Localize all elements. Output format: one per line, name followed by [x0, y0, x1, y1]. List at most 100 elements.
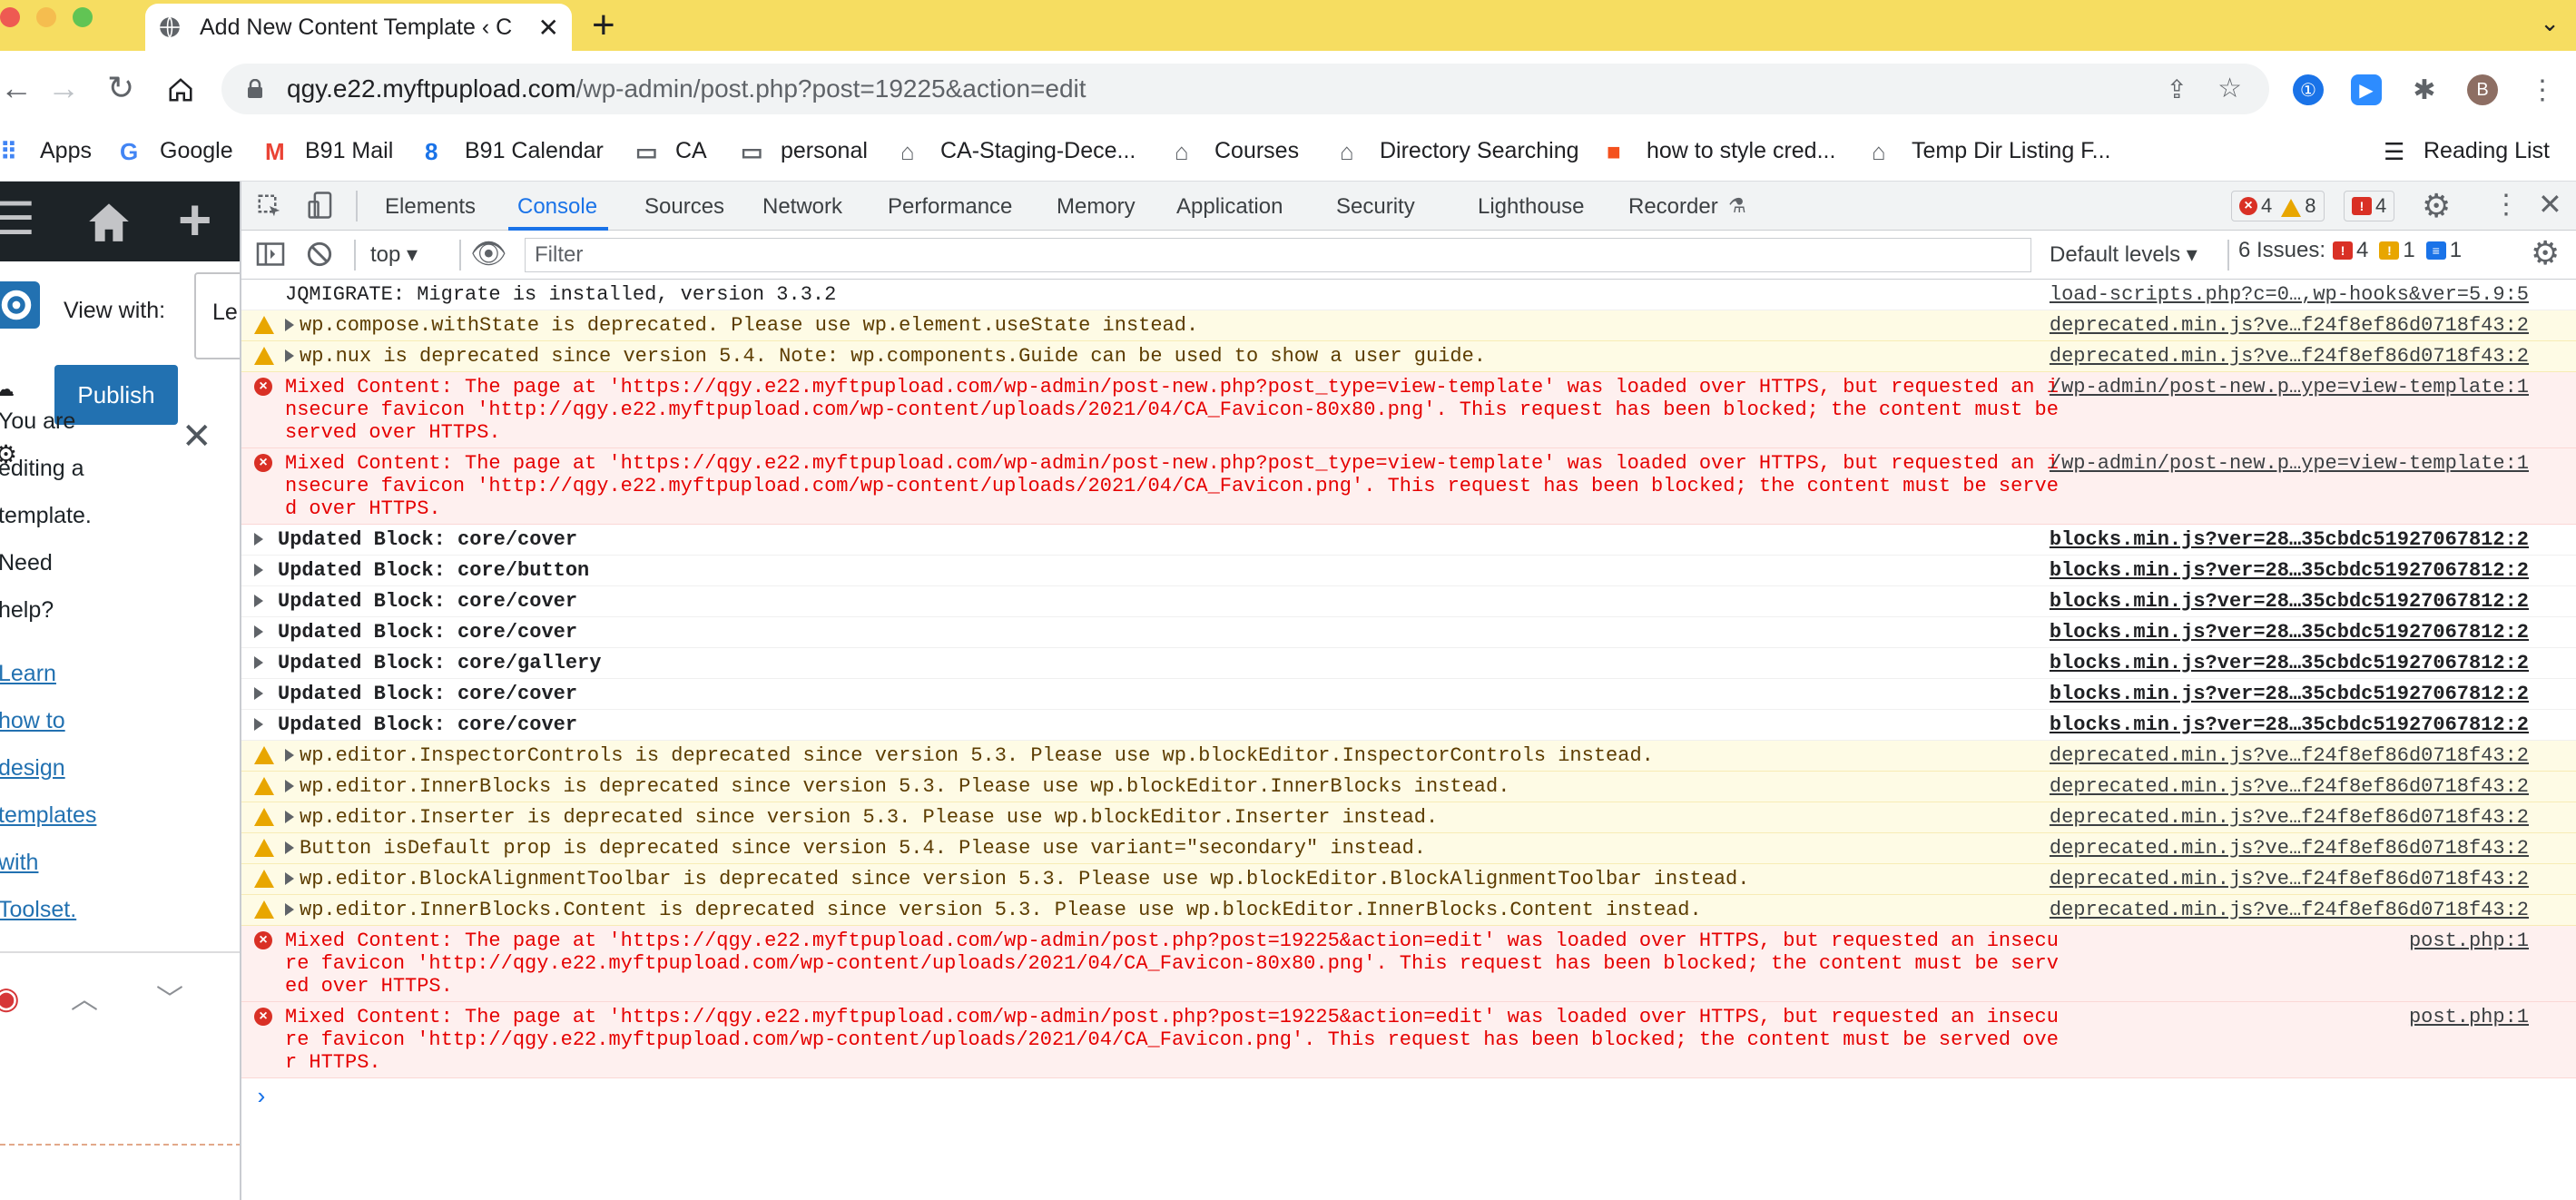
sidebar-toggle-icon[interactable]: [256, 241, 285, 267]
bookmark-item[interactable]: ⌂ CA-Staging-Dece...: [900, 138, 1136, 164]
log-levels-dropdown[interactable]: Default levels ▾: [2050, 241, 2197, 268]
devtools-tab-security[interactable]: Security: [1336, 194, 1415, 220]
console-message-warning[interactable]: wp.editor.Inserter is deprecated since v…: [241, 802, 2576, 833]
console-message-warning[interactable]: wp.editor.InnerBlocks.Content is depreca…: [241, 895, 2576, 926]
close-icon[interactable]: ✕: [182, 416, 212, 457]
devtools-tab-performance[interactable]: Performance: [888, 194, 1012, 220]
console-message-log[interactable]: Updated Block: core/cover blocks.min.js?v…: [241, 525, 2576, 556]
close-window-button[interactable]: [0, 7, 20, 27]
source-link[interactable]: deprecated.min.js?ve…f24f8ef86d0718f43:2: [2050, 806, 2529, 829]
source-link[interactable]: deprecated.min.js?ve…f24f8ef86d0718f43:2: [2050, 744, 2529, 767]
chevron-up-icon[interactable]: ︿: [71, 977, 98, 1017]
expand-caret-icon[interactable]: [254, 595, 263, 607]
source-link[interactable]: load-scripts.php?c=0…,wp-hooks&ver=5.9:5: [2050, 283, 2529, 306]
bookmark-item[interactable]: ▭ CA: [635, 138, 707, 164]
devtools-menu-icon[interactable]: ⋮: [2492, 189, 2520, 221]
console-message-warning[interactable]: wp.editor.BlockAlignmentToolbar is depre…: [241, 864, 2576, 895]
expand-caret-icon[interactable]: [285, 841, 294, 854]
add-new-icon[interactable]: +: [178, 191, 211, 249]
devtools-tab-elements[interactable]: Elements: [385, 194, 476, 220]
devtools-tab-sources[interactable]: Sources: [644, 194, 724, 220]
console-filter-input[interactable]: Filter: [525, 238, 2031, 272]
console-message-error[interactable]: × Mixed Content: The page at 'https://qgy…: [241, 372, 2576, 448]
console-message-log[interactable]: Updated Block: core/button blocks.min.js?…: [241, 556, 2576, 586]
source-link[interactable]: deprecated.min.js?ve…f24f8ef86d0718f43:2: [2050, 899, 2529, 921]
expand-caret-icon[interactable]: [254, 687, 263, 700]
toolset-gear-icon[interactable]: [0, 281, 40, 329]
devtools-tab-network[interactable]: Network: [762, 194, 842, 220]
bookmark-item[interactable]: ■ how to style cred...: [1607, 138, 1835, 164]
console-message-warning[interactable]: wp.editor.InnerBlocks is deprecated sinc…: [241, 772, 2576, 802]
zoom-window-button[interactable]: [73, 7, 93, 27]
devtools-settings-gear-icon[interactable]: ⚙: [2422, 187, 2451, 225]
inspect-element-icon[interactable]: [256, 192, 283, 220]
expand-caret-icon[interactable]: [285, 319, 294, 331]
console-message-log[interactable]: Updated Block: core/cover blocks.min.js?v…: [241, 617, 2576, 648]
device-toolbar-icon[interactable]: [307, 191, 334, 220]
devtools-tab-memory[interactable]: Memory: [1057, 194, 1136, 220]
source-link[interactable]: blocks.min.js?ver=28…35cbdc51927067812:2: [2050, 528, 2529, 551]
back-button[interactable]: ←: [0, 67, 33, 109]
expand-caret-icon[interactable]: [254, 656, 263, 669]
console-message-warning[interactable]: wp.compose.withState is deprecated. Plea…: [241, 310, 2576, 341]
close-devtools-icon[interactable]: ✕: [2538, 187, 2562, 221]
bookmark-item[interactable]: M B91 Mail: [265, 138, 393, 164]
devtools-tab-recorder[interactable]: Recorder: [1628, 194, 1718, 220]
expand-caret-icon[interactable]: [254, 625, 263, 638]
source-link[interactable]: blocks.min.js?ver=28…35cbdc51927067812:2: [2050, 652, 2529, 674]
console-message-log[interactable]: Updated Block: core/gallery blocks.min.js…: [241, 648, 2576, 679]
source-link[interactable]: blocks.min.js?ver=28…35cbdc51927067812:2: [2050, 713, 2529, 736]
expand-caret-icon[interactable]: [285, 872, 294, 885]
devtools-tab-console[interactable]: Console: [517, 194, 597, 220]
view-with-select[interactable]: Le: [194, 272, 240, 359]
expand-caret-icon[interactable]: [285, 903, 294, 916]
bookmark-item[interactable]: ▭ personal: [741, 138, 868, 164]
console-message-log[interactable]: Updated Block: core/cover blocks.min.js?v…: [241, 679, 2576, 710]
console-message-log[interactable]: Updated Block: core/cover blocks.min.js?v…: [241, 710, 2576, 741]
expand-caret-icon[interactable]: [254, 564, 263, 576]
source-link[interactable]: blocks.min.js?ver=28…35cbdc51927067812:2: [2050, 683, 2529, 705]
expand-caret-icon[interactable]: [285, 349, 294, 362]
reading-list-button[interactable]: ☰ Reading List: [2384, 138, 2550, 164]
home-icon[interactable]: [167, 76, 194, 103]
source-link[interactable]: blocks.min.js?ver=28…35cbdc51927067812:2: [2050, 590, 2529, 613]
expand-caret-icon[interactable]: [285, 811, 294, 823]
expand-caret-icon[interactable]: [285, 749, 294, 762]
issues-counter-badge[interactable]: ! 4: [2344, 191, 2395, 221]
source-link[interactable]: deprecated.min.js?ve…f24f8ef86d0718f43:2: [2050, 868, 2529, 890]
minimize-window-button[interactable]: [36, 7, 56, 27]
console-error-warning-counter[interactable]: × 4 8: [2231, 191, 2325, 221]
source-link[interactable]: post.php:1: [2409, 1006, 2529, 1028]
console-message-warning[interactable]: Button isDefault prop is deprecated sinc…: [241, 833, 2576, 864]
console-message-warning[interactable]: wp.nux is deprecated since version 5.4. …: [241, 341, 2576, 372]
help-link[interactable]: design: [0, 755, 65, 782]
source-link[interactable]: blocks.min.js?ver=28…35cbdc51927067812:2: [2050, 621, 2529, 644]
source-link[interactable]: post.php:1: [2409, 930, 2529, 952]
console-prompt[interactable]: ›: [241, 1078, 2576, 1111]
bookmark-item[interactable]: ⌂ Directory Searching: [1340, 138, 1579, 164]
zoom-extension-icon[interactable]: ▶: [2351, 74, 2382, 105]
source-link[interactable]: deprecated.min.js?ve…f24f8ef86d0718f43:2: [2050, 775, 2529, 798]
bookmark-item[interactable]: ⌂ Courses: [1175, 138, 1299, 164]
source-link[interactable]: /wp-admin/post-new.p…ype=view-template:1: [2050, 452, 2529, 475]
password-manager-icon[interactable]: ①: [2293, 74, 2324, 105]
help-link[interactable]: how to: [0, 708, 65, 734]
live-expression-eye-icon[interactable]: 👁: [470, 236, 507, 270]
bookmark-item[interactable]: 8 B91 Calendar: [425, 138, 604, 164]
help-link[interactable]: with: [0, 850, 38, 876]
expand-caret-icon[interactable]: [254, 718, 263, 731]
console-message-log[interactable]: Updated Block: core/cover blocks.min.js?v…: [241, 586, 2576, 617]
tab-search-chevron-icon[interactable]: ⌄: [2540, 9, 2560, 37]
close-tab-icon[interactable]: ✕: [538, 13, 559, 43]
context-selector[interactable]: top ▾: [370, 241, 418, 268]
help-link[interactable]: Learn: [0, 661, 56, 687]
bookmark-item[interactable]: ⠿ Apps: [0, 138, 92, 164]
console-message-error[interactable]: × Mixed Content: The page at 'https://qgy…: [241, 1002, 2576, 1078]
menu-icon[interactable]: ☰: [0, 196, 35, 241]
source-link[interactable]: /wp-admin/post-new.p…ype=view-template:1: [2050, 376, 2529, 398]
expand-caret-icon[interactable]: [285, 780, 294, 792]
console-message-error[interactable]: × Mixed Content: The page at 'https://qgy…: [241, 448, 2576, 525]
browser-tab[interactable]: Add New Content Template ‹ C ✕: [145, 4, 572, 51]
help-link[interactable]: templates: [0, 802, 96, 829]
devtools-tab-application[interactable]: Application: [1176, 194, 1283, 220]
